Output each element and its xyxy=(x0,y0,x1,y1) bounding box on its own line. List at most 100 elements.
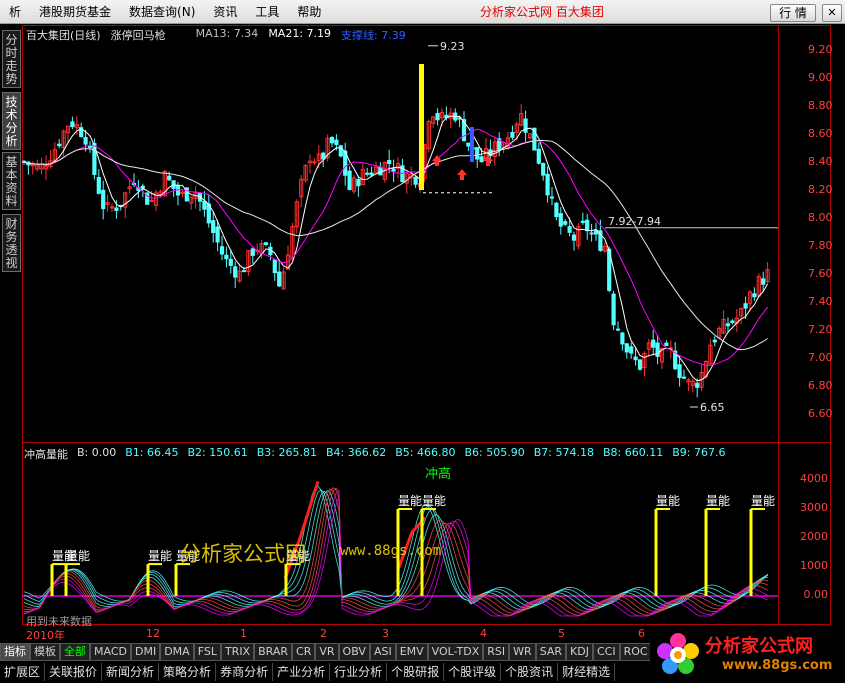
indicator-b5: B5: 466.80 xyxy=(395,446,456,459)
indicator-b2: B2: 150.61 xyxy=(187,446,248,459)
menu-item-tools[interactable]: 工具 xyxy=(246,0,288,24)
indicator-tab[interactable]: BRAR xyxy=(254,643,293,661)
indicator-b6: B6: 505.90 xyxy=(464,446,525,459)
menu-item-data-query[interactable]: 数据查询(N) xyxy=(120,0,204,24)
indicator-tab[interactable]: DMI xyxy=(130,643,161,661)
date-label: 1 xyxy=(240,627,247,640)
indicator-tab[interactable]: OBV xyxy=(338,643,370,661)
price-tick-label: 8.60 xyxy=(808,127,833,140)
menu-item-news[interactable]: 资讯 xyxy=(204,0,246,24)
date-label: 5 xyxy=(558,627,565,640)
menu-bar: 析 港股期货基金 数据查询(N) 资讯 工具 帮助 xyxy=(0,0,845,24)
indicator-b4: B4: 366.62 xyxy=(326,446,387,459)
indicator-b9: B9: 767.6 xyxy=(672,446,726,459)
logo-title: 分析家公式网 xyxy=(705,636,813,657)
quote-button[interactable]: 行 情 xyxy=(770,4,816,22)
indicator-tab[interactable]: 模板 xyxy=(30,643,60,661)
price-tick-label: 8.00 xyxy=(808,211,833,224)
site-logo: 分析家公式网 www.88gs.com xyxy=(650,628,845,683)
price-tick-label: 8.80 xyxy=(808,99,833,112)
date-label: 3 xyxy=(382,627,389,640)
indicator-header: 冲高量能 B: 0.00 B1: 66.45 B2: 150.61 B3: 26… xyxy=(24,446,726,462)
indicator-tab[interactable]: RSI xyxy=(483,643,510,661)
indicator-b3: B3: 265.81 xyxy=(256,446,317,459)
price-tick-label: 7.80 xyxy=(808,239,833,252)
menu-brand-title: 分析家公式网 百大集团 xyxy=(480,5,604,19)
menu-item-help[interactable]: 帮助 xyxy=(288,0,330,24)
ma21-value: MA21: 7.19 xyxy=(268,27,332,40)
extension-tab[interactable]: 行业分析 xyxy=(330,663,388,681)
price-tick-label: 8.40 xyxy=(808,155,833,168)
indicator-tab[interactable]: DMA xyxy=(160,643,194,661)
price-tick-label: 6.80 xyxy=(808,379,833,392)
extension-tab[interactable]: 新闻分析 xyxy=(102,663,160,681)
extension-tab[interactable]: 策略分析 xyxy=(159,663,217,681)
sidetab-financials[interactable]: 财务透视 xyxy=(2,214,21,272)
extension-tab[interactable]: 个股资讯 xyxy=(501,663,559,681)
menu-item-analysis[interactable]: 析 xyxy=(0,0,30,24)
price-tick-label: 7.40 xyxy=(808,295,833,308)
price-tick-label: 9.20 xyxy=(808,43,833,56)
stock-title: 百大集团(日线) xyxy=(26,29,101,42)
formula-name: 涨停回马枪 xyxy=(110,29,166,42)
extension-tab[interactable]: 产业分析 xyxy=(273,663,331,681)
volume-tick-label: 2000 xyxy=(800,530,828,543)
pane-divider xyxy=(22,442,831,443)
menu-item-hk-futures-funds[interactable]: 港股期货基金 xyxy=(30,0,120,24)
indicator-tab[interactable]: CCI xyxy=(592,643,620,661)
indicator-tab[interactable]: TRIX xyxy=(220,643,255,661)
close-button[interactable]: ✕ xyxy=(822,4,842,22)
indicator-tab[interactable]: FSL xyxy=(193,643,221,661)
price-tick-label: 9.00 xyxy=(808,71,833,84)
extension-tab[interactable]: 扩展区 xyxy=(0,663,46,681)
sidetab-fundamentals[interactable]: 基本资料 xyxy=(2,152,21,210)
watermark-text: 分析家公式网 xyxy=(180,542,306,566)
ma13-value: MA13: 7.34 xyxy=(195,27,259,40)
volume-tick-label: 4000 xyxy=(800,472,828,485)
flower-logo-icon xyxy=(657,633,699,674)
indicator-tab[interactable]: MACD xyxy=(90,643,131,661)
volume-tick-label: 3000 xyxy=(800,501,828,514)
indicator-b7: B7: 574.18 xyxy=(533,446,594,459)
price-tick-label: 6.60 xyxy=(808,407,833,420)
indicator-tab[interactable]: SAR xyxy=(535,643,567,661)
indicator-b8: B8: 660.11 xyxy=(603,446,664,459)
indicator-tab[interactable]: ROC xyxy=(619,643,652,661)
axis-divider xyxy=(778,25,779,625)
indicator-name: 冲高量能 xyxy=(24,448,68,461)
date-label: 4 xyxy=(480,627,487,640)
indicator-tab[interactable]: EMV xyxy=(395,643,428,661)
sidetab-intraday[interactable]: 分时走势 xyxy=(2,30,21,88)
date-label: 12 xyxy=(146,627,160,640)
indicator-tab[interactable]: 指标 xyxy=(0,643,30,661)
support-value: 支撑线: 7.39 xyxy=(341,29,406,42)
chart-frame xyxy=(22,25,831,625)
sidetab-technical[interactable]: 技术分析 xyxy=(2,92,21,150)
side-tabs: 分时走势 技术分析 基本资料 财务透视 xyxy=(0,26,22,626)
price-pane-header: 百大集团(日线) 涨停回马枪 MA13: 7.34 MA21: 7.19 支撑线… xyxy=(26,27,406,43)
date-label: 2010年 xyxy=(26,629,65,642)
extension-tab[interactable]: 券商分析 xyxy=(216,663,274,681)
extension-tab[interactable]: 个股评级 xyxy=(444,663,502,681)
extension-tab[interactable]: 个股研报 xyxy=(387,663,445,681)
date-label: 2 xyxy=(320,627,327,640)
surge-label: 冲高 xyxy=(425,467,452,482)
indicator-tab[interactable]: CR xyxy=(292,643,316,661)
indicator-b: B: 0.00 xyxy=(77,446,117,459)
extension-tab[interactable]: 关联报价 xyxy=(45,663,103,681)
indicator-tab[interactable]: 全部 xyxy=(60,643,90,661)
price-tick-label: 7.20 xyxy=(808,323,833,336)
indicator-tab[interactable]: VOL-TDX xyxy=(427,643,484,661)
price-tick-label: 7.00 xyxy=(808,351,833,364)
volume-tick-label: 1000 xyxy=(800,559,828,572)
volume-tick-label: 0.00 xyxy=(803,588,829,601)
indicator-tab[interactable]: KDJ xyxy=(566,643,593,661)
indicator-tab[interactable]: VR xyxy=(315,643,339,661)
price-tick-label: 8.20 xyxy=(808,183,833,196)
date-label: 6 xyxy=(638,627,645,640)
extension-tab[interactable]: 财经精选 xyxy=(558,663,616,681)
indicator-tab[interactable]: ASI xyxy=(369,643,396,661)
price-tick-label: 7.60 xyxy=(808,267,833,280)
indicator-tab[interactable]: WR xyxy=(509,643,536,661)
logo-url: www.88gs.com xyxy=(722,658,833,673)
